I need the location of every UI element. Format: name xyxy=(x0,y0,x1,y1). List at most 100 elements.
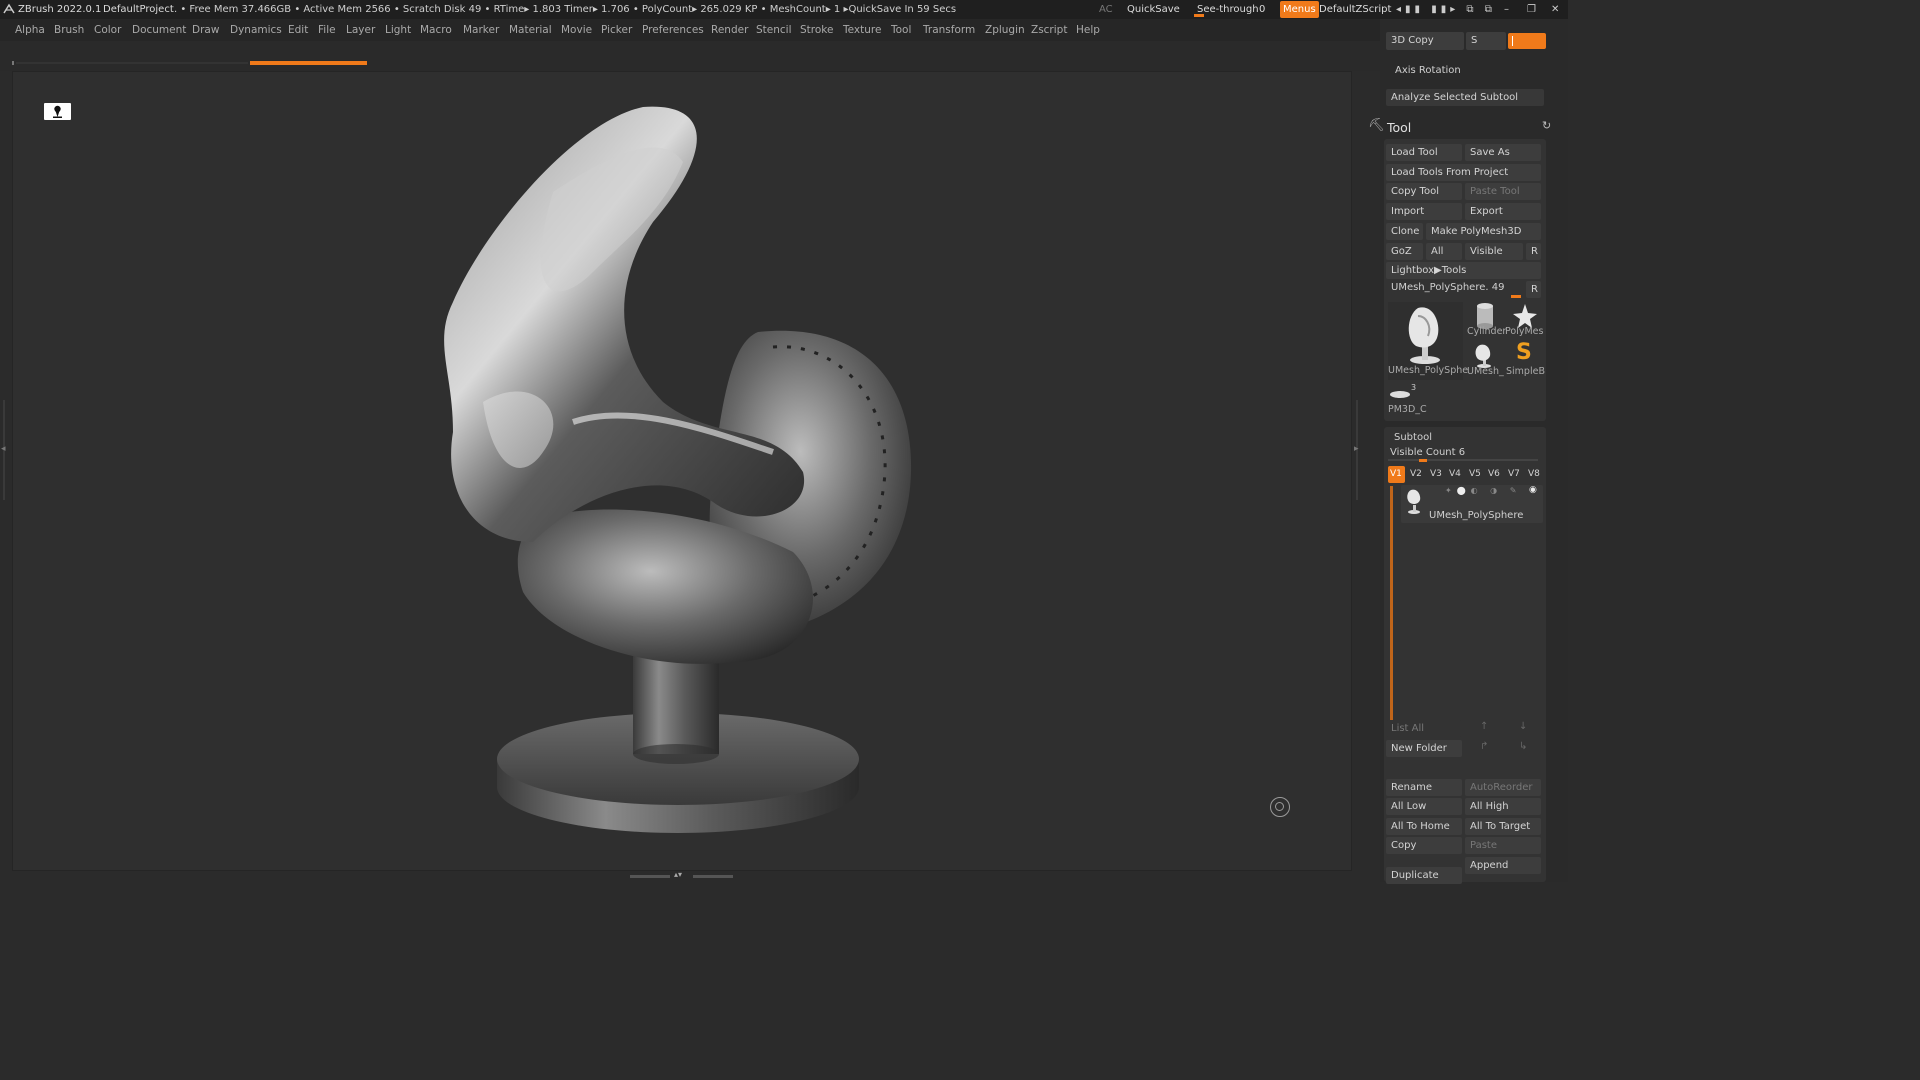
version-v7[interactable]: V7 xyxy=(1506,466,1523,483)
seethrough-slider[interactable]: See-through 0 xyxy=(1192,0,1272,19)
menu-edit[interactable]: Edit xyxy=(288,19,308,41)
bottom-tray-handle[interactable]: ▴▾ xyxy=(630,870,735,882)
restore-icon[interactable]: ❐ xyxy=(1527,0,1536,19)
new-folder-button[interactable]: New Folder xyxy=(1386,740,1462,757)
tool-thumb-umesh[interactable]: UMesh_ xyxy=(1466,341,1504,379)
menu-stencil[interactable]: Stencil xyxy=(756,19,792,41)
menu-color[interactable]: Color xyxy=(94,19,121,41)
tool-thumb-cylinder[interactable]: Cylinder xyxy=(1466,302,1506,338)
version-v6[interactable]: V6 xyxy=(1486,466,1503,483)
shelf-active-tab[interactable] xyxy=(250,61,367,65)
menu-light[interactable]: Light xyxy=(385,19,411,41)
folder-in-icon[interactable]: ↱ xyxy=(1480,741,1488,752)
all-low-button[interactable]: All Low xyxy=(1386,798,1462,815)
analyze-subtool-button[interactable]: Analyze Selected Subtool xyxy=(1386,89,1544,106)
menu-transform[interactable]: Transform xyxy=(923,19,975,41)
goz-r-button[interactable]: R xyxy=(1526,243,1541,260)
menu-tool[interactable]: Tool xyxy=(891,19,911,41)
tool-refresh-icon[interactable]: ↻ xyxy=(1542,119,1551,132)
version-v2[interactable]: V2 xyxy=(1408,466,1425,483)
load-tool-button[interactable]: Load Tool xyxy=(1386,144,1462,161)
tool-thumb-pm3d[interactable]: 3 PM3D_C xyxy=(1388,382,1428,418)
layout-icons[interactable]: ◂▮▮ ▮▮▸ ⧉ ⧉ xyxy=(1396,0,1492,19)
3d-copy-button[interactable]: 3D Copy xyxy=(1386,32,1464,50)
goz-visible-button[interactable]: Visible xyxy=(1465,243,1523,260)
goz-all-button[interactable]: All xyxy=(1426,243,1462,260)
axis-rotation-label[interactable]: Axis Rotation xyxy=(1395,65,1461,76)
menu-document[interactable]: Document xyxy=(132,19,186,41)
subtool-eye-icon[interactable]: ◉ xyxy=(1529,485,1537,495)
ac-toggle[interactable]: AC xyxy=(1099,0,1113,19)
document-canvas[interactable] xyxy=(12,71,1352,871)
visible-count-slider[interactable]: Visible Count 6 xyxy=(1386,446,1541,462)
tool-pin-icon[interactable]: ⛏ xyxy=(1368,118,1385,133)
all-high-button[interactable]: All High xyxy=(1465,798,1541,815)
menu-file[interactable]: File xyxy=(318,19,336,41)
menu-help[interactable]: Help xyxy=(1076,19,1100,41)
load-tools-from-project-button[interactable]: Load Tools From Project xyxy=(1386,164,1541,181)
close-icon[interactable]: ✕ xyxy=(1551,0,1559,19)
copy-tool-button[interactable]: Copy Tool xyxy=(1386,183,1462,200)
copy-button[interactable]: Copy xyxy=(1386,837,1462,854)
subtool-scrollbar[interactable] xyxy=(1390,486,1393,736)
move-down-icon[interactable]: ↓ xyxy=(1519,721,1527,732)
lightbox-tools-button[interactable]: Lightbox▶Tools xyxy=(1386,262,1541,279)
menu-layer[interactable]: Layer xyxy=(346,19,375,41)
tool-thumb-simplebrush[interactable]: S SimpleB xyxy=(1505,341,1545,379)
goz-button[interactable]: GoZ xyxy=(1386,243,1423,260)
tool-thumb-polymesh[interactable]: PolyMes xyxy=(1505,302,1545,338)
current-tool-slider[interactable]: UMesh_PolySphere. 49 xyxy=(1386,281,1523,299)
quicksave-button[interactable]: QuickSave xyxy=(1127,0,1180,19)
paste-button[interactable]: Paste xyxy=(1465,837,1541,854)
3d-copy-slider[interactable] xyxy=(1508,33,1546,49)
project-name[interactable]: DefaultProject xyxy=(103,0,174,19)
clone-button[interactable]: Clone xyxy=(1386,223,1423,240)
folder-out-icon[interactable]: ↳ xyxy=(1519,741,1527,752)
version-v3[interactable]: V3 xyxy=(1428,466,1445,483)
save-as-button[interactable]: Save As xyxy=(1465,144,1541,161)
navigate-circle-icon[interactable] xyxy=(1270,797,1290,817)
menu-macro[interactable]: Macro xyxy=(420,19,452,41)
menu-dynamics[interactable]: Dynamics xyxy=(230,19,282,41)
list-all-button[interactable]: List All xyxy=(1386,720,1462,737)
tool-thumb-main[interactable]: UMesh_PolySphe xyxy=(1388,302,1468,380)
menu-zscript[interactable]: Zscript xyxy=(1031,19,1067,41)
subtool-item[interactable]: ✦⬤◐ ◑ ✎ ◉ UMesh_PolySphere xyxy=(1401,485,1543,523)
menu-preferences[interactable]: Preferences xyxy=(642,19,704,41)
menu-brush[interactable]: Brush xyxy=(54,19,84,41)
minimize-icon[interactable]: – xyxy=(1504,0,1509,19)
sculpt-model[interactable] xyxy=(13,72,1353,872)
rename-button[interactable]: Rename xyxy=(1386,779,1462,796)
polypaint-toggle-icon[interactable]: ⬤ xyxy=(1457,486,1471,495)
menu-render[interactable]: Render xyxy=(711,19,748,41)
append-button[interactable]: Append xyxy=(1465,857,1541,874)
menu-draw[interactable]: Draw xyxy=(192,19,219,41)
right-tray-handle[interactable]: ▸ xyxy=(1352,400,1362,500)
current-tool-r-button[interactable]: R xyxy=(1526,281,1541,298)
left-tray-handle[interactable]: ◂ xyxy=(0,400,8,500)
menu-material[interactable]: Material xyxy=(509,19,552,41)
menu-picker[interactable]: Picker xyxy=(601,19,632,41)
version-v4[interactable]: V4 xyxy=(1447,466,1464,483)
version-v8[interactable]: V8 xyxy=(1526,466,1543,483)
menu-texture[interactable]: Texture xyxy=(843,19,881,41)
menu-movie[interactable]: Movie xyxy=(561,19,592,41)
menus-button[interactable]: Menus xyxy=(1280,1,1319,18)
all-to-home-button[interactable]: All To Home xyxy=(1386,818,1462,835)
menu-alpha[interactable]: Alpha xyxy=(15,19,45,41)
duplicate-button[interactable]: Duplicate xyxy=(1386,867,1462,884)
script-name[interactable]: DefaultZScript xyxy=(1319,0,1391,19)
menu-zplugin[interactable]: Zplugin xyxy=(985,19,1025,41)
version-v5[interactable]: V5 xyxy=(1467,466,1484,483)
menu-marker[interactable]: Marker xyxy=(463,19,499,41)
all-to-target-button[interactable]: All To Target xyxy=(1465,818,1541,835)
tool-palette-title[interactable]: Tool xyxy=(1387,120,1411,135)
autoreorder-button[interactable]: AutoReorder xyxy=(1465,779,1541,796)
paste-tool-button[interactable]: Paste Tool xyxy=(1465,183,1541,200)
import-button[interactable]: Import xyxy=(1386,203,1462,220)
make-polymesh3d-button[interactable]: Make PolyMesh3D xyxy=(1426,223,1541,240)
menu-stroke[interactable]: Stroke xyxy=(800,19,833,41)
export-button[interactable]: Export xyxy=(1465,203,1541,220)
version-v1[interactable]: V1 xyxy=(1388,466,1405,483)
move-up-icon[interactable]: ↑ xyxy=(1480,721,1488,732)
